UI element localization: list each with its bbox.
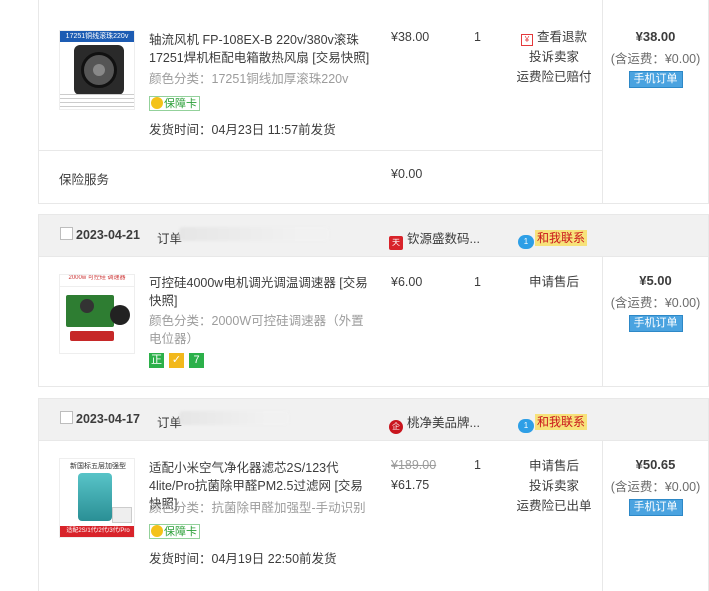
unit-price: ¥38.00	[391, 30, 430, 44]
order-item-block: 17251铜线滚珠220v 轴流风机 FP-108EX-B 220v/380v滚…	[38, 0, 709, 204]
order-number-redacted	[179, 227, 329, 241]
seven-day-return-icon[interactable]: 7	[189, 353, 204, 368]
total-amount: ¥38.00	[635, 29, 676, 44]
mobile-order-button[interactable]: 手机订单	[628, 315, 683, 332]
order-operations: ¥ 查看退款 投诉卖家 运费险已赔付	[507, 27, 601, 87]
order-item-block: 新国标五层加强型 适配2S/1代/2代/3代/Pro 适配小米空气净化器滤芯2S…	[38, 441, 709, 591]
thumbnail-footer: 适配2S/1代/2代/3代/Pro	[60, 526, 134, 537]
contact-seller-button[interactable]: 1 和我联系	[518, 413, 588, 433]
genuine-icon[interactable]: 正	[149, 353, 164, 368]
order-operations: 申请售后 投诉卖家 运费险已出单	[507, 456, 601, 516]
shipping-insurance-status[interactable]: 运费险已赔付	[507, 67, 601, 87]
complain-seller-link[interactable]: 投诉卖家	[507, 47, 601, 67]
ship-time: 发货时间：04月19日 22:50前发货	[149, 552, 337, 566]
order-select-checkbox[interactable]	[60, 227, 73, 240]
shipping-insurance-status[interactable]: 运费险已出单	[507, 496, 601, 516]
service-icons: 正 ✓ 7	[149, 352, 209, 368]
shop-name[interactable]: 天钦源盛数码...	[389, 228, 480, 250]
unit-price: ¥61.75	[391, 478, 430, 492]
guarantee-card-badge[interactable]: 保障卡	[149, 524, 200, 539]
order-date: 2023-04-17	[76, 412, 140, 426]
order-total: ¥50.65 (含运费：¥0.00) 手机订单	[601, 457, 709, 516]
order-total: ¥5.00 (含运费：¥0.00) 手机订单	[601, 273, 709, 332]
shop-name[interactable]: 企桃净美品牌...	[389, 412, 480, 434]
apply-after-sales-link[interactable]: 申请售后	[507, 456, 601, 476]
ship-time: 发货时间：04月23日 11:57前发货	[149, 123, 336, 137]
apply-after-sales-link[interactable]: 申请售后	[507, 272, 601, 292]
fan-image	[74, 45, 124, 95]
total-amount: ¥5.00	[639, 273, 672, 288]
filter-image	[78, 473, 112, 521]
product-title[interactable]: 轴流风机 FP-108EX-B 220v/380v滚珠 17251焊机柜配电箱散…	[149, 31, 371, 67]
chat-icon: 1	[518, 235, 534, 249]
shipping-fee: (含运费：¥0.00)	[610, 480, 701, 494]
total-amount: ¥50.65	[635, 457, 676, 472]
order-list: 17251铜线滚珠220v 轴流风机 FP-108EX-B 220v/380v滚…	[0, 0, 709, 591]
order-header: 2023-04-21 订单 天钦源盛数码... 1 和我联系	[38, 214, 709, 257]
thumbnail-caption: 新国标五层加强型	[70, 463, 126, 470]
contact-seller-button[interactable]: 1 和我联系	[518, 229, 588, 249]
quantity: 1	[474, 30, 481, 44]
product-thumbnail[interactable]: 新国标五层加强型 适配2S/1代/2代/3代/Pro	[59, 458, 135, 538]
quantity: 1	[474, 275, 481, 289]
unit-price: ¥6.00	[391, 275, 423, 289]
sku-info: 颜色分类：抗菌除甲醛加强型-手动识别	[149, 501, 366, 515]
guarantee-icon[interactable]: ✓	[169, 353, 184, 368]
order-select-checkbox[interactable]	[60, 411, 73, 424]
sku-info: 颜色分类：2000W可控硅调速器（外置电位器）	[149, 314, 364, 346]
mobile-order-button[interactable]: 手机订单	[628, 71, 683, 88]
thumbnail-caption: 17251铜线滚珠220v	[60, 31, 134, 42]
insurance-service-label: 保险服务	[59, 173, 110, 187]
guarantee-icon	[151, 97, 163, 109]
shipping-fee: (含运费：¥0.00)	[610, 52, 701, 66]
order-item-block: 2000w 可控硅 调速器 可控硅4000w电机调光调温调速器 [交易快照] 颜…	[38, 257, 709, 387]
order-total: ¥38.00 (含运费：¥0.00) 手机订单	[601, 29, 709, 88]
refund-icon: ¥	[520, 34, 533, 46]
guarantee-card-badge[interactable]: 保障卡	[149, 96, 200, 111]
order-date: 2023-04-21	[76, 228, 140, 242]
insurance-service-price: ¥0.00	[391, 167, 423, 181]
view-refund-link[interactable]: ¥ 查看退款	[507, 27, 601, 47]
shipping-fee: (含运费：¥0.00)	[610, 296, 701, 310]
product-thumbnail[interactable]: 17251铜线滚珠220v	[59, 30, 135, 110]
mobile-order-button[interactable]: 手机订单	[628, 499, 683, 516]
order-operations: 申请售后	[507, 272, 601, 292]
product-thumbnail[interactable]: 2000w 可控硅 调速器	[59, 274, 135, 354]
product-title[interactable]: 可控硅4000w电机调光调温调速器 [交易快照]	[149, 274, 371, 310]
sku-info: 颜色分类：17251铜线加厚滚珠220v	[149, 72, 349, 86]
complain-seller-link[interactable]: 投诉卖家	[507, 476, 601, 496]
shop-icon: 企	[389, 420, 403, 434]
shop-icon: 天	[389, 236, 403, 250]
order-number-redacted	[179, 411, 289, 425]
original-price: ¥189.00	[391, 458, 437, 472]
quantity: 1	[474, 458, 481, 472]
guarantee-icon	[151, 525, 163, 537]
chat-icon: 1	[518, 419, 534, 433]
order-header: 2023-04-17 订单 企桃净美品牌... 1 和我联系	[38, 398, 709, 441]
